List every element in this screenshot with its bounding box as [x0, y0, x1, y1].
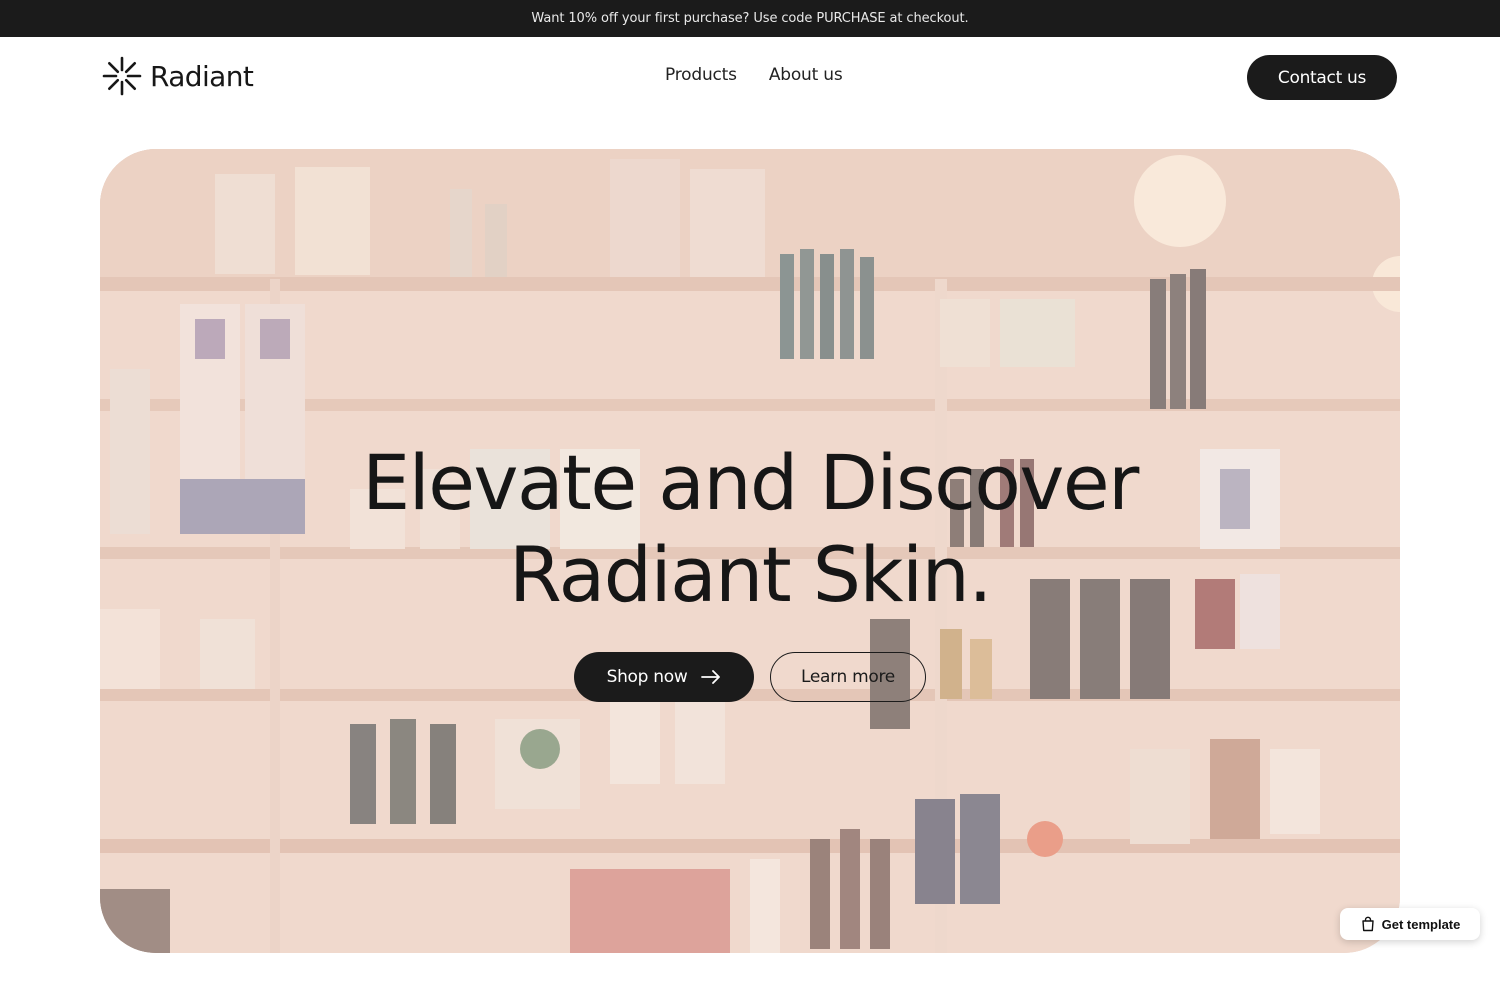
nav-link-products[interactable]: Products: [665, 65, 737, 85]
nav-link-about-us[interactable]: About us: [769, 65, 843, 85]
asterisk-burst-icon: [102, 56, 142, 96]
main-menu: Products About us: [665, 65, 843, 85]
brand-logo[interactable]: Radiant: [102, 56, 254, 96]
hero-headline: Elevate and Discover Radiant Skin.: [100, 437, 1400, 621]
hero-section: Elevate and Discover Radiant Skin. Shop …: [100, 149, 1400, 953]
hero-headline-line2: Radiant Skin.: [509, 530, 992, 619]
hero-headline-line1: Elevate and Discover: [362, 438, 1139, 527]
hero-cta-group: Shop now Learn more: [574, 652, 926, 702]
get-template-badge[interactable]: Get template: [1340, 908, 1480, 940]
shopping-bag-icon: [1361, 916, 1374, 932]
top-navigation: Radiant Products About us Contact us: [0, 37, 1500, 117]
contact-us-button[interactable]: Contact us: [1247, 55, 1397, 100]
announcement-bar: Want 10% off your first purchase? Use co…: [0, 0, 1500, 37]
learn-more-button[interactable]: Learn more: [770, 652, 926, 702]
shop-now-button[interactable]: Shop now: [574, 652, 754, 702]
shop-now-label: Shop now: [606, 667, 688, 687]
brand-name: Radiant: [150, 59, 254, 93]
announcement-text: Want 10% off your first purchase? Use co…: [531, 11, 969, 26]
arrow-right-icon: [701, 670, 721, 684]
get-template-label: Get template: [1381, 916, 1461, 932]
